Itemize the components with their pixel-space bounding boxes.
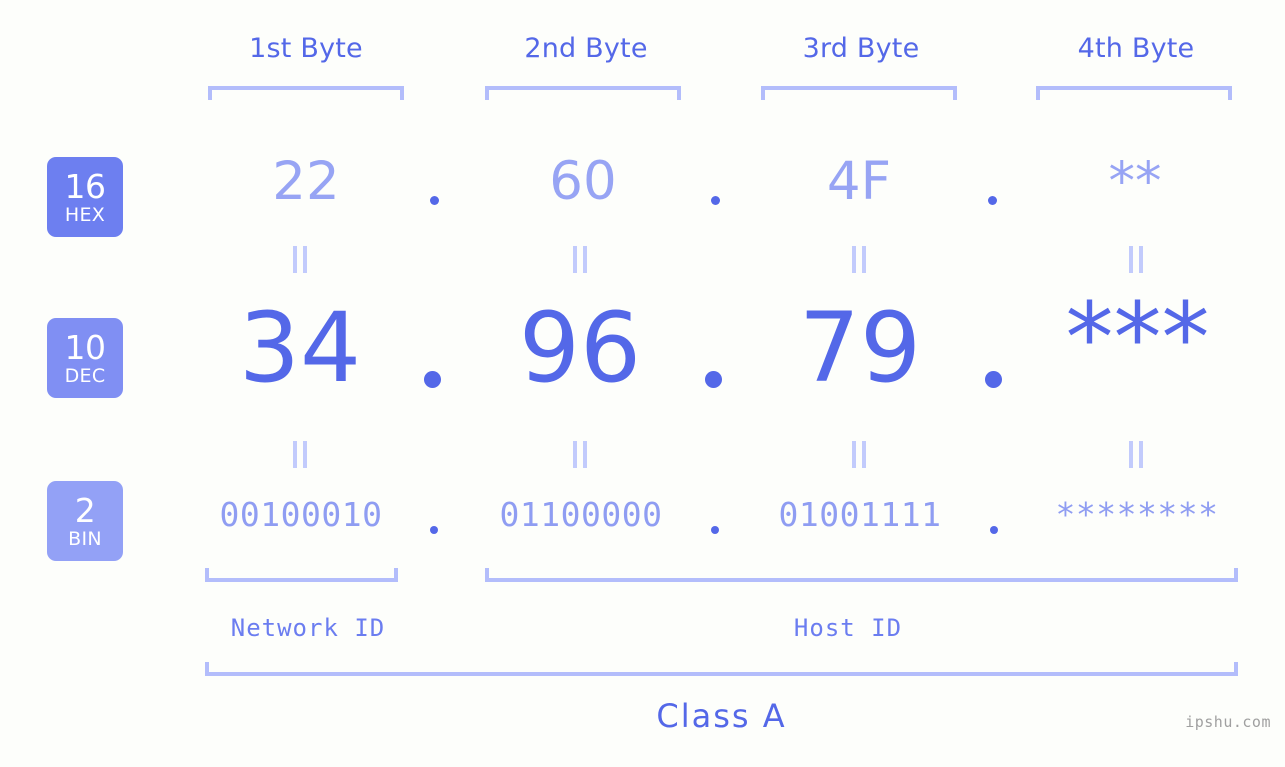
bin-byte-4: ******** [1055, 495, 1219, 534]
class-label: Class A [656, 697, 787, 735]
equals-icon-dec-bin-3 [852, 441, 866, 468]
dec-separator-3 [985, 371, 1002, 388]
bin-separator-2 [711, 526, 719, 534]
byte-bracket-top-3 [761, 86, 957, 100]
base-badge-dec-number: 10 [64, 327, 107, 367]
dec-byte-4: *** [1065, 282, 1210, 394]
base-badge-dec-label: DEC [64, 364, 106, 387]
equals-icon-dec-bin-2 [573, 441, 587, 468]
host-id-label: Host ID [793, 614, 903, 642]
base-badge-hex-label: HEX [64, 203, 106, 226]
equals-icon-dec-bin-1 [293, 441, 307, 468]
byte-bracket-top-1 [208, 86, 404, 100]
hex-byte-3: 4F [826, 151, 892, 212]
base-badge-bin-label: BIN [68, 527, 102, 550]
base-badge-hex-number: 16 [64, 166, 107, 206]
byte-header-2: 2nd Byte [524, 33, 648, 64]
equals-icon-hex-dec-1 [293, 246, 307, 273]
base-badge-dec: 10 DEC [47, 318, 123, 398]
hex-separator-2 [711, 196, 720, 205]
hex-separator-1 [430, 196, 439, 205]
byte-header-1: 1st Byte [249, 33, 363, 64]
bin-separator-3 [990, 526, 998, 534]
base-badge-bin: 2 BIN [47, 481, 123, 561]
base-badge-bin-number: 2 [74, 490, 96, 530]
site-watermark: ipshu.com [1185, 713, 1271, 731]
byte-header-4: 4th Byte [1077, 33, 1195, 64]
ip-address-breakdown-diagram: 1st Byte 2nd Byte 3rd Byte 4th Byte 16 H… [0, 0, 1285, 767]
equals-icon-dec-bin-4 [1129, 441, 1143, 468]
equals-icon-hex-dec-4 [1129, 246, 1143, 273]
network-id-bracket [205, 568, 398, 582]
bin-byte-1: 00100010 [219, 495, 383, 534]
hex-separator-3 [988, 196, 997, 205]
bin-byte-2: 01100000 [499, 495, 663, 534]
equals-icon-hex-dec-2 [573, 246, 587, 273]
hex-byte-4: ** [1108, 151, 1162, 212]
equals-icon-hex-dec-3 [852, 246, 866, 273]
dec-byte-1: 34 [238, 292, 362, 404]
dec-separator-2 [705, 371, 722, 388]
network-id-label: Network ID [230, 614, 386, 642]
dec-separator-1 [424, 371, 441, 388]
bin-byte-3: 01001111 [778, 495, 942, 534]
byte-header-3: 3rd Byte [802, 33, 920, 64]
dec-byte-3: 79 [798, 292, 922, 404]
host-id-bracket [485, 568, 1238, 582]
bin-separator-1 [430, 526, 438, 534]
hex-byte-2: 60 [549, 151, 617, 212]
base-badge-hex: 16 HEX [47, 157, 123, 237]
hex-byte-1: 22 [272, 151, 340, 212]
byte-bracket-top-2 [485, 86, 681, 100]
class-bracket [205, 662, 1238, 676]
byte-bracket-top-4 [1036, 86, 1232, 100]
dec-byte-2: 96 [518, 292, 642, 404]
